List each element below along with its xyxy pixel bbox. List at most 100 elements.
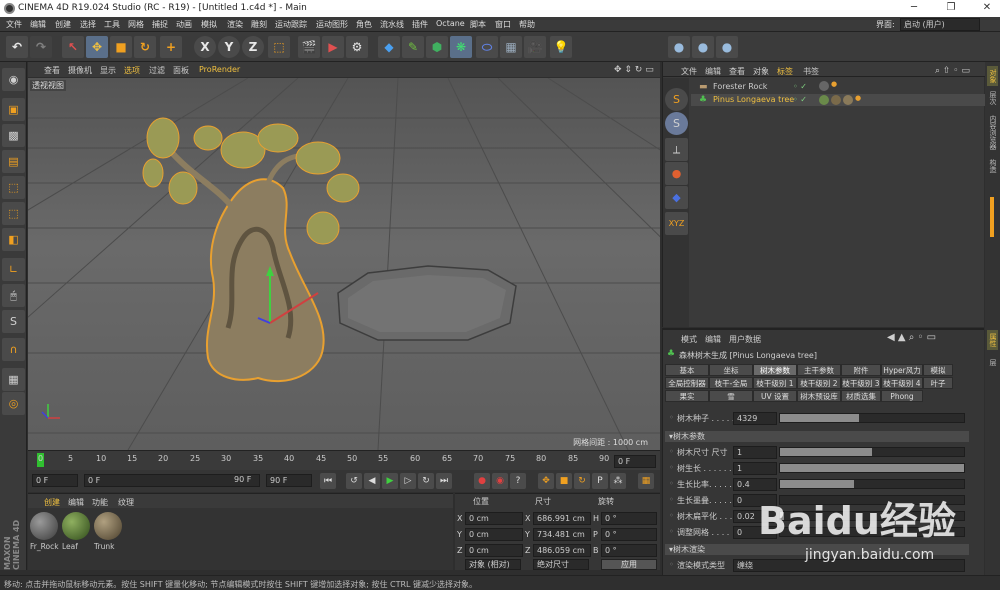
- key-pla-icon[interactable]: ⁂: [610, 473, 626, 489]
- om-snap-icon[interactable]: S: [665, 88, 688, 111]
- tab-content-browser[interactable]: 内容浏览器: [987, 110, 998, 154]
- menu-edit[interactable]: 编辑: [30, 19, 46, 30]
- viewport[interactable]: 透视视图 网格间距 : 1000 cm: [28, 78, 660, 450]
- tab-branch-global[interactable]: 枝干-全局: [709, 377, 753, 389]
- workplane-icon[interactable]: ▤: [2, 150, 25, 173]
- tab-branch-level-4[interactable]: 枝干级别 4: [881, 377, 923, 389]
- om-point-icon[interactable]: ●: [665, 162, 688, 185]
- tab-tree-presets[interactable]: 树木预设库: [797, 390, 841, 402]
- material-swatch[interactable]: Trunk: [94, 512, 124, 558]
- section-header[interactable]: ▾树木参数: [665, 431, 969, 442]
- tab-branch-level-3[interactable]: 枝干级别 3: [841, 377, 881, 389]
- vp-menu-display[interactable]: 显示: [100, 65, 116, 76]
- menu-character[interactable]: 角色: [356, 19, 372, 30]
- param-slider[interactable]: [779, 463, 965, 473]
- keyframe-selection-icon[interactable]: ?: [510, 473, 526, 489]
- scale-icon[interactable]: ■: [110, 36, 132, 58]
- viewport-nav-icons[interactable]: ✥ ⇕ ↻ ▭: [614, 65, 654, 75]
- tab-fruit[interactable]: 果实: [665, 390, 709, 402]
- material-swatch[interactable]: Leaf: [62, 512, 92, 558]
- solo-icon[interactable]: ◎: [2, 392, 25, 415]
- tab-leaves[interactable]: 叶子: [923, 377, 953, 389]
- live-select-icon[interactable]: ↖: [62, 36, 84, 58]
- end-frame-field[interactable]: 90 F: [266, 474, 312, 487]
- menu-snap[interactable]: 捕捉: [152, 19, 168, 30]
- position-z-field[interactable]: 0 cm: [465, 544, 523, 557]
- tab-tree-params[interactable]: 树木参数: [753, 364, 797, 376]
- vp-menu-filter[interactable]: 过滤: [149, 65, 165, 76]
- next-frame-icon[interactable]: ▷: [400, 473, 416, 489]
- restore-button[interactable]: ❐: [942, 2, 960, 15]
- start-frame-field[interactable]: 0 F: [32, 474, 78, 487]
- om-solo-icon[interactable]: S: [665, 112, 688, 135]
- om-menu-objects[interactable]: 对象: [753, 66, 769, 77]
- menu-render[interactable]: 渲染: [227, 19, 243, 30]
- om-menu-bookmarks[interactable]: 书签: [803, 66, 819, 77]
- floor-icon[interactable]: ▦: [500, 36, 522, 58]
- polygons-mode-icon[interactable]: ◧: [2, 228, 25, 251]
- seed-slider[interactable]: [779, 413, 965, 423]
- om-hierarchy-icon[interactable]: ⟂: [665, 138, 688, 161]
- timeline-end-field[interactable]: 0 F: [614, 455, 656, 468]
- tab-attributes[interactable]: 属性: [987, 330, 998, 350]
- next-key-icon[interactable]: ↻: [418, 473, 434, 489]
- mat-menu-function[interactable]: 功能: [92, 497, 108, 508]
- lock-workplane-icon[interactable]: ▦: [2, 368, 25, 391]
- am-menu-mode[interactable]: 模式: [681, 334, 697, 345]
- tab-uv-settings[interactable]: UV 设置: [753, 390, 797, 402]
- tab-basic[interactable]: 基本: [665, 364, 709, 376]
- coordinate-system-icon[interactable]: ⬚: [268, 36, 290, 58]
- tab-simulate[interactable]: 模拟: [923, 364, 953, 376]
- camera-icon[interactable]: 🎥: [524, 36, 546, 58]
- layout-select[interactable]: 启动 (用户): [900, 18, 980, 31]
- om-menu-file[interactable]: 文件: [681, 66, 697, 77]
- material-swatch[interactable]: Fr_Rock: [30, 512, 60, 558]
- size-x-field[interactable]: 686.991 cm: [533, 512, 591, 525]
- axis-mode-icon[interactable]: ∟: [2, 258, 25, 281]
- menu-octane[interactable]: Octane: [436, 19, 465, 28]
- size-z-field[interactable]: 486.059 cm: [533, 544, 591, 557]
- key-rotation-icon[interactable]: ↻: [574, 473, 590, 489]
- magnet-icon[interactable]: ∩: [2, 338, 25, 361]
- menu-plugins[interactable]: 插件: [412, 19, 428, 30]
- tab-objects[interactable]: 对象: [987, 66, 998, 86]
- am-menu-edit[interactable]: 编辑: [705, 334, 721, 345]
- play-icon[interactable]: ▶: [382, 473, 398, 489]
- subdivision-icon[interactable]: ⬢: [426, 36, 448, 58]
- tab-snow[interactable]: 雪: [709, 390, 753, 402]
- rotation-h-field[interactable]: 0 °: [601, 512, 657, 525]
- prev-frame-icon[interactable]: ◀: [364, 473, 380, 489]
- menu-animate[interactable]: 动画: [176, 19, 192, 30]
- seed-field[interactable]: 4329: [733, 412, 777, 425]
- material-tag-icon[interactable]: [819, 95, 829, 105]
- key-param-icon[interactable]: P: [592, 473, 608, 489]
- record-key-icon[interactable]: ●: [474, 473, 490, 489]
- snap-icon[interactable]: S: [2, 310, 25, 333]
- scroll-indicator[interactable]: [990, 197, 994, 237]
- param-slider[interactable]: [779, 479, 965, 489]
- render-picture-viewer-icon[interactable]: ▶: [322, 36, 344, 58]
- menu-sculpt[interactable]: 雕刻: [251, 19, 267, 30]
- timeline-ruler[interactable]: 0 5 10 15 20 25 30 35 40 45 50 55 60 65 …: [28, 450, 660, 470]
- menu-file[interactable]: 文件: [6, 19, 22, 30]
- mograph-cloner-icon[interactable]: ❋: [450, 36, 472, 58]
- render-view-icon[interactable]: 🎬: [298, 36, 320, 58]
- make-editable-icon[interactable]: ◉: [2, 68, 25, 91]
- key-position-icon[interactable]: ✥: [538, 473, 554, 489]
- om-drop-icon[interactable]: ◆: [665, 186, 688, 209]
- redo-icon[interactable]: ↷: [30, 36, 52, 58]
- om-menu-edit[interactable]: 编辑: [705, 66, 721, 77]
- y-axis-icon[interactable]: Y: [218, 36, 240, 58]
- size-mode-select[interactable]: 绝对尺寸: [533, 559, 589, 570]
- vp-menu-panel[interactable]: 面板: [173, 65, 189, 76]
- tab-layers[interactable]: 层: [987, 352, 998, 372]
- tab-structure[interactable]: 构造: [987, 156, 998, 176]
- cube-icon[interactable]: ◆: [378, 36, 400, 58]
- tab-attachments[interactable]: 附件: [841, 364, 881, 376]
- apply-button[interactable]: 应用: [601, 559, 657, 570]
- am-nav-icons[interactable]: ◀ ▲ ⌕ ◦ ▭: [887, 332, 936, 343]
- pen-icon[interactable]: ✎: [402, 36, 424, 58]
- z-axis-icon[interactable]: Z: [242, 36, 264, 58]
- menu-motion-tracking[interactable]: 运动跟踪: [275, 19, 307, 30]
- go-to-start-icon[interactable]: ⏮: [320, 473, 336, 489]
